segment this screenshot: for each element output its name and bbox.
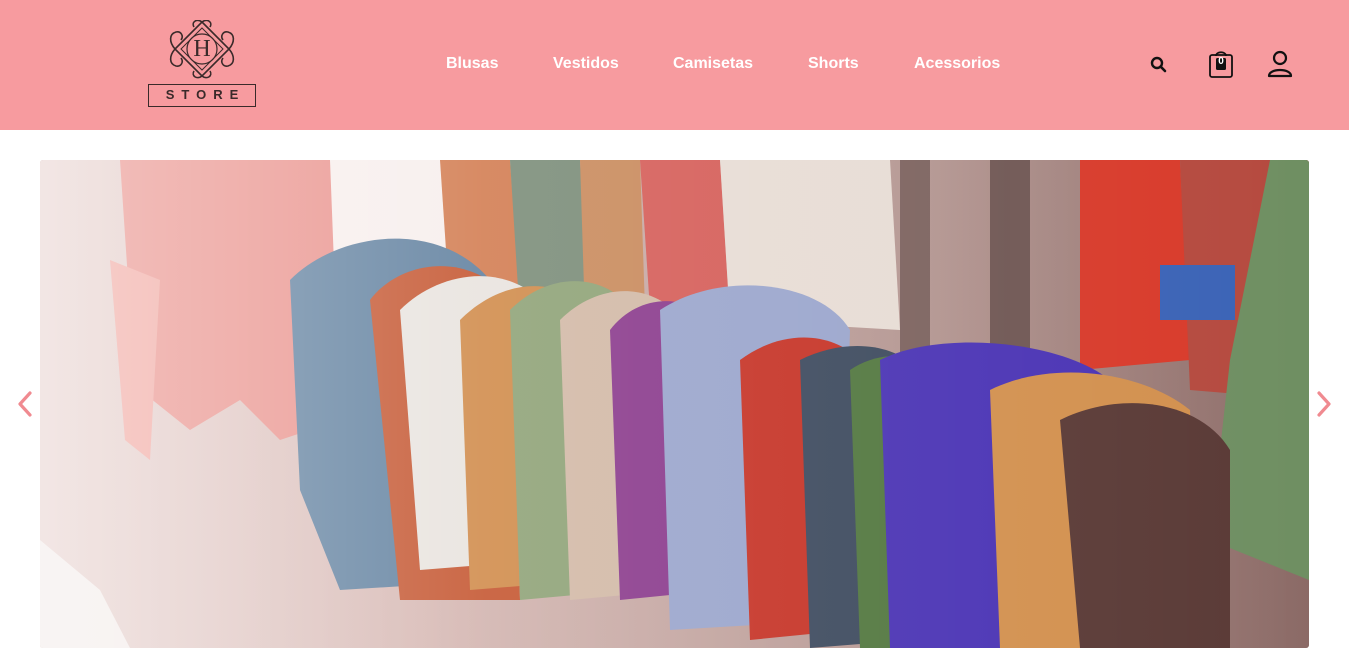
user-icon (1267, 50, 1293, 78)
nav-item-camisetas[interactable]: Camisetas (673, 54, 753, 74)
slider-next-button[interactable] (1311, 388, 1335, 420)
yarn-photo (40, 160, 1309, 648)
account-button[interactable] (1266, 50, 1294, 78)
nav-item-vestidos[interactable]: Vestidos (553, 54, 619, 74)
slider-prev-button[interactable] (14, 388, 38, 420)
hero-slider (0, 130, 1349, 654)
nav-item-acessorios[interactable]: Acessorios (914, 54, 1000, 74)
cart-count-badge: 0 (1218, 56, 1224, 67)
search-button[interactable] (1149, 55, 1169, 75)
cart-button[interactable]: 0 (1207, 47, 1235, 79)
chevron-left-icon (18, 391, 32, 417)
hero-slide-image (40, 160, 1309, 648)
search-icon (1150, 56, 1167, 73)
nav-item-blusas[interactable]: Blusas (446, 54, 498, 74)
main-nav: Blusas Vestidos Camisetas Shorts Acessor… (0, 0, 1349, 130)
chevron-right-icon (1317, 391, 1331, 417)
site-header: H STORE Blusas Vestidos Camisetas Shorts… (0, 0, 1349, 130)
nav-item-shorts[interactable]: Shorts (808, 54, 859, 74)
